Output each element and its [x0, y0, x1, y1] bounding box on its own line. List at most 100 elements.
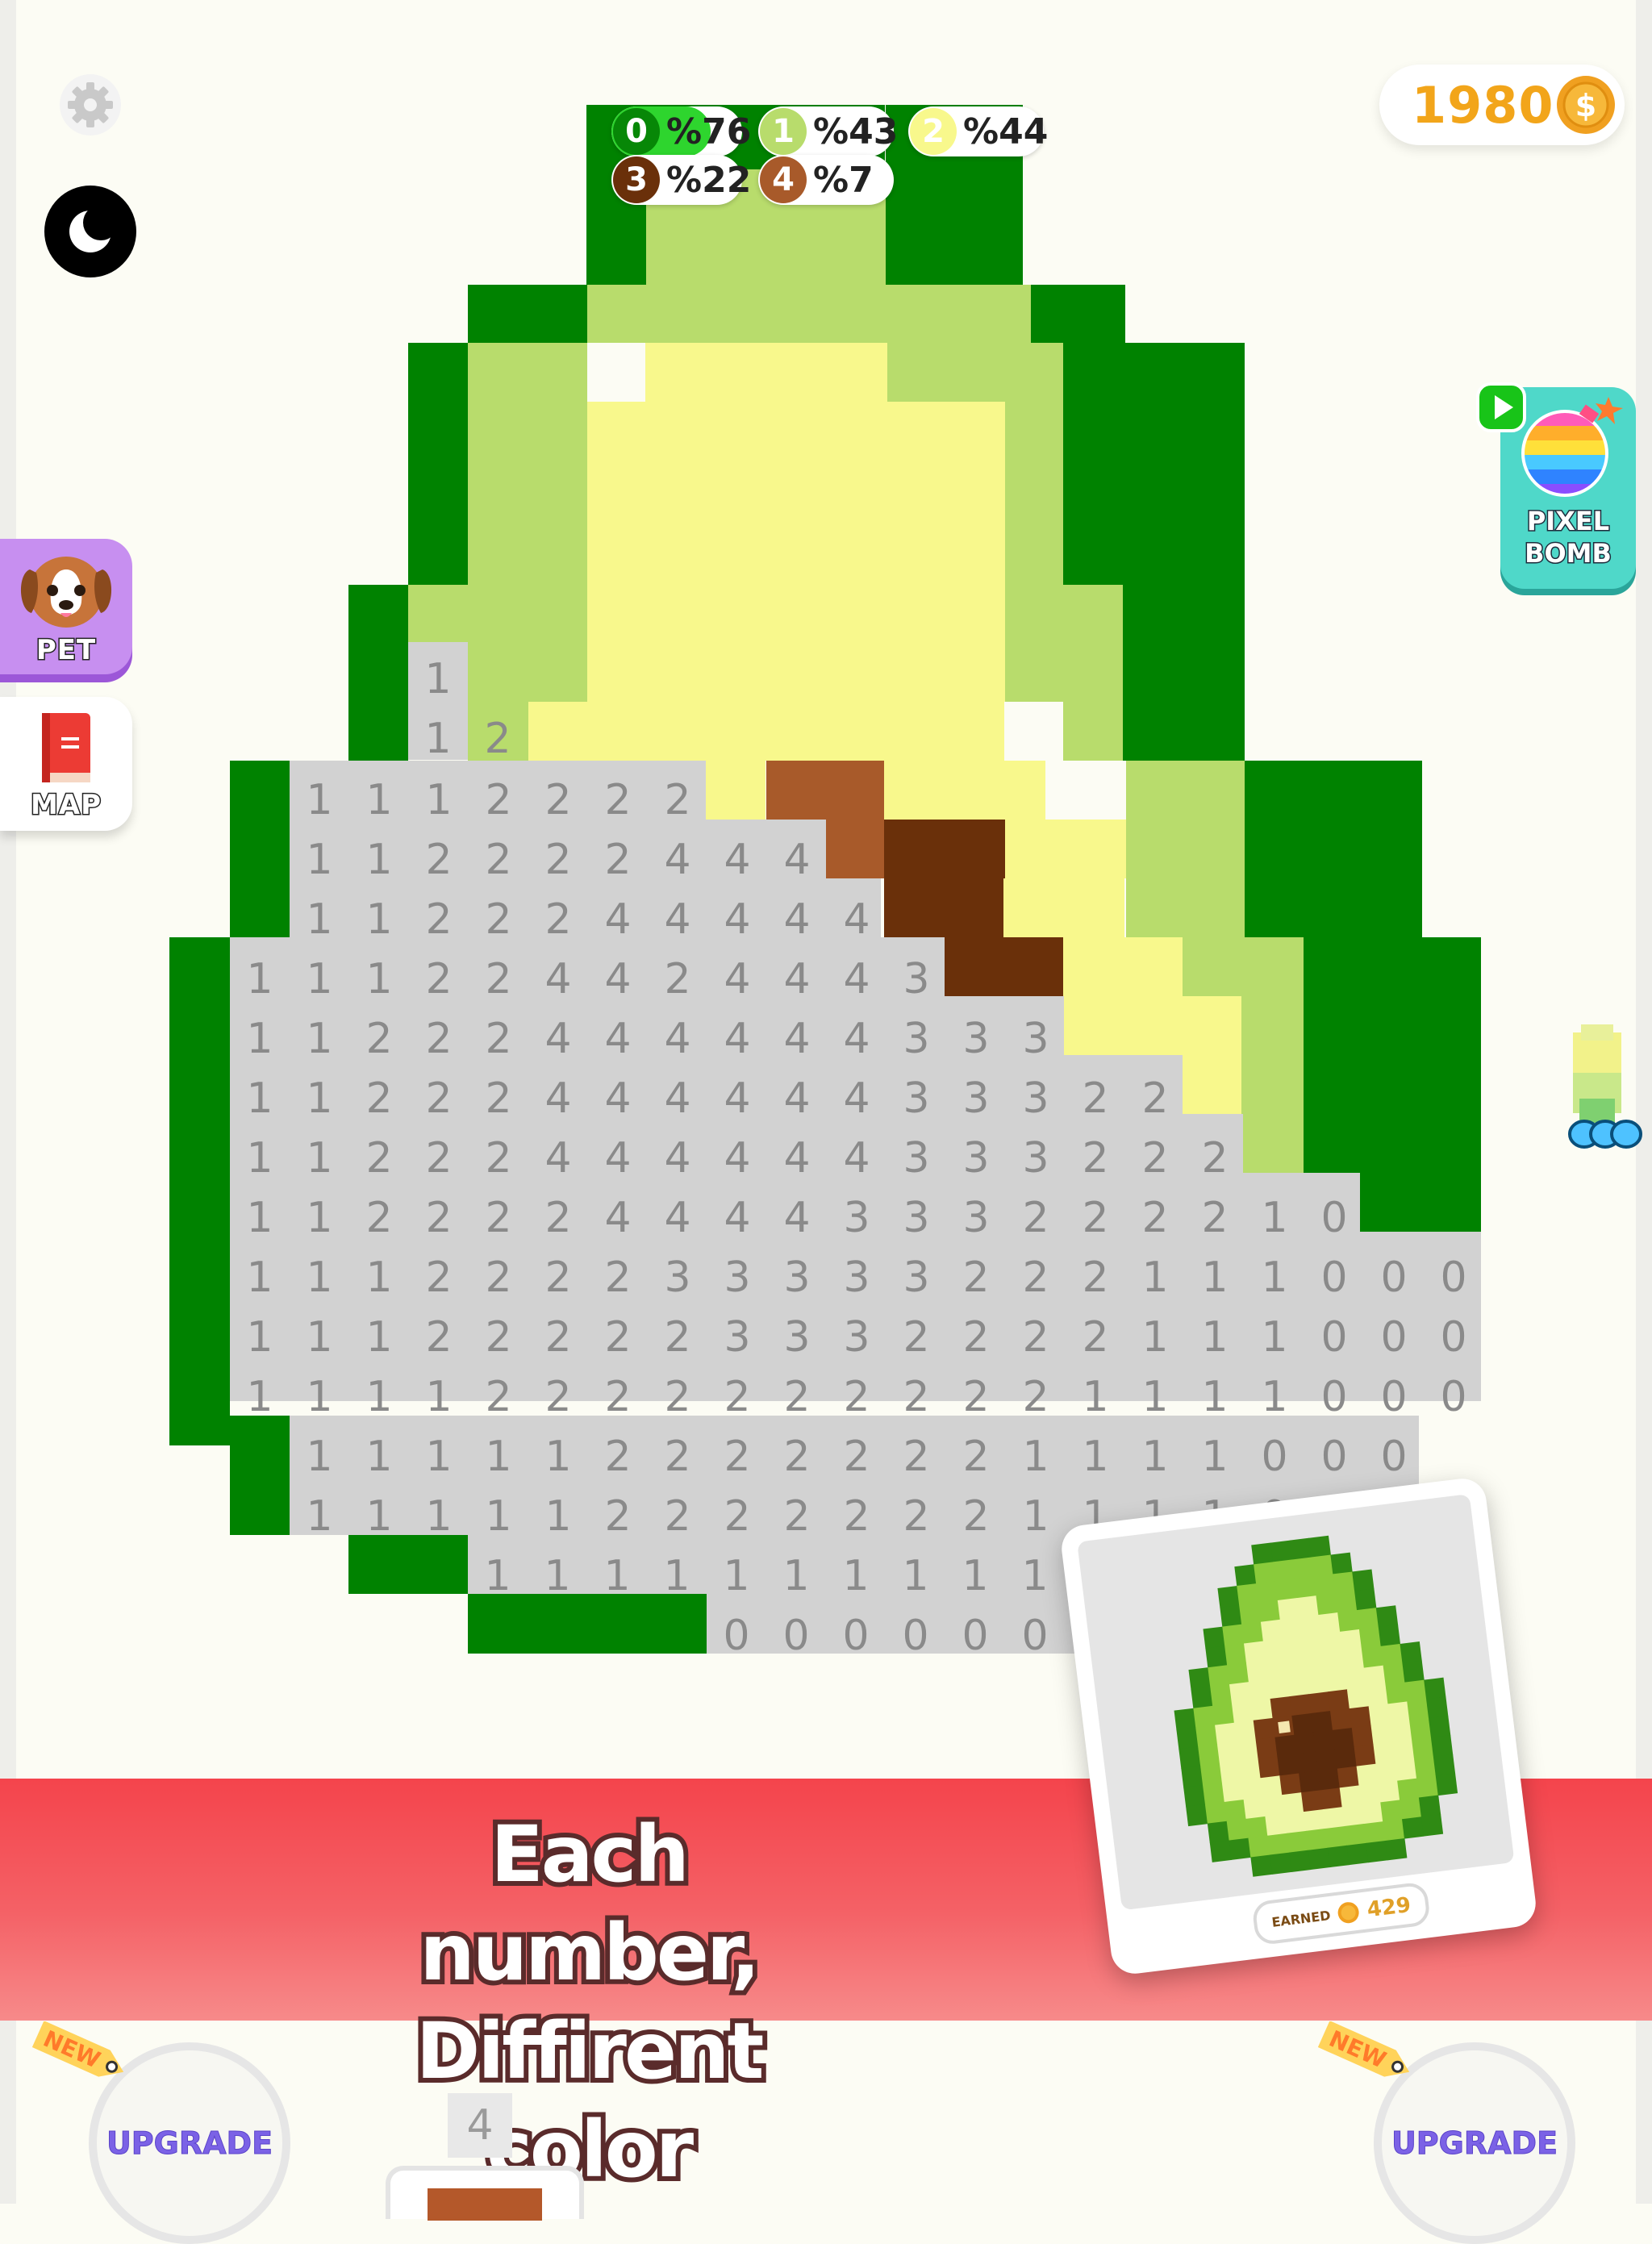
pixel-cell[interactable]	[230, 937, 945, 996]
pixel-cell[interactable]	[826, 820, 884, 878]
pixel-cell[interactable]	[945, 937, 1064, 996]
pixel-cell[interactable]	[169, 937, 230, 1445]
cell-number: 2	[1201, 1134, 1228, 1182]
cell-number: 3	[962, 1015, 989, 1063]
pixel-cell[interactable]	[408, 343, 468, 585]
pixel-cell[interactable]	[1245, 761, 1422, 938]
preview-pixel	[1212, 1703, 1235, 1726]
pixel-cell[interactable]	[1183, 1055, 1241, 1114]
cell-number: 2	[485, 1373, 511, 1421]
pixel-cell[interactable]	[230, 996, 1064, 1055]
pixel-cell[interactable]	[1063, 585, 1123, 761]
pixel-cell[interactable]	[1005, 402, 1063, 702]
pixel-cell[interactable]	[1123, 585, 1245, 761]
pixel-cell[interactable]	[348, 1535, 468, 1594]
pixel-cell[interactable]	[348, 585, 408, 761]
cell-number: 1	[962, 1552, 988, 1600]
preview-pixel	[1375, 1761, 1398, 1784]
pixel-cell[interactable]	[766, 761, 884, 820]
cell-number: 1	[365, 1253, 392, 1302]
preview-pixel	[1304, 1653, 1326, 1675]
preview-pixel	[1409, 1718, 1432, 1741]
pixel-cell[interactable]	[884, 878, 1003, 937]
preview-pixel	[1260, 1775, 1283, 1798]
pixel-cell[interactable]	[1031, 285, 1125, 343]
pixel-cell[interactable]	[587, 285, 1031, 343]
pixel-cell[interactable]	[1243, 1114, 1304, 1173]
progress-chip-0[interactable]: 0 %76	[611, 106, 751, 156]
pixel-cell[interactable]	[645, 343, 887, 402]
pet-button[interactable]: PET	[0, 539, 132, 674]
pixel-cell[interactable]	[468, 642, 587, 701]
preview-pixel	[1253, 1717, 1276, 1741]
dark-mode-button[interactable]	[44, 186, 136, 277]
cell-number: 2	[425, 1313, 452, 1362]
preview-pixel	[1284, 1655, 1307, 1678]
pixel-cell[interactable]	[1241, 996, 1304, 1055]
preview-pixel	[1373, 1741, 1395, 1765]
pixel-cell[interactable]	[230, 1416, 290, 1535]
pixel-cell[interactable]	[1183, 937, 1304, 996]
svg-text:$: $	[1575, 88, 1596, 123]
cell-number: 4	[544, 1134, 571, 1182]
cell-number: 4	[724, 1194, 750, 1242]
cell-number: 1	[1261, 1194, 1287, 1242]
color-slot-4[interactable]	[386, 2166, 584, 2221]
preview-pixel	[1342, 1648, 1365, 1671]
preview-pixel	[1222, 1624, 1245, 1646]
pixel-cell[interactable]	[468, 285, 587, 343]
cell-number: 2	[485, 776, 511, 824]
pixel-cell[interactable]	[230, 761, 290, 938]
pixel-cell[interactable]	[468, 343, 587, 585]
pixel-cell[interactable]	[1005, 820, 1126, 878]
pixel-cell[interactable]	[884, 820, 1005, 878]
pixel-cell[interactable]	[1063, 937, 1183, 996]
preview-pixel	[1237, 1583, 1259, 1606]
pixel-cell[interactable]	[1126, 761, 1245, 938]
preview-pixel	[1383, 1662, 1405, 1686]
preview-card: EARNED 429	[1058, 1475, 1539, 1977]
pixel-cell[interactable]	[1064, 996, 1241, 1055]
progress-chip-2[interactable]: 2 %44	[908, 106, 1048, 156]
preview-pixel	[1426, 1696, 1449, 1719]
preview-image	[1077, 1494, 1515, 1911]
pixel-cell[interactable]	[1360, 1173, 1481, 1232]
cell-number: 1	[246, 1194, 273, 1242]
pixel-cell[interactable]	[884, 761, 1045, 820]
progress-chip-4[interactable]: 4 %7	[758, 155, 894, 205]
progress-percent: %22	[666, 159, 752, 201]
pixel-cell[interactable]	[886, 169, 1023, 285]
progress-chip-3[interactable]: 3 %22	[611, 155, 751, 205]
pixel-cell[interactable]	[1241, 1055, 1304, 1114]
pixel-cell[interactable]	[528, 702, 1004, 761]
cell-number: 2	[1082, 1134, 1108, 1182]
cell-number: 1	[1261, 1253, 1287, 1302]
avocado-preview-icon	[1174, 1535, 1458, 1877]
progress-chip-1[interactable]: 1 %43	[758, 106, 898, 156]
preview-pixel	[1317, 1768, 1341, 1791]
cell-number: 2	[365, 1194, 392, 1242]
preview-pixel	[1308, 1691, 1331, 1714]
cell-number: 2	[664, 1313, 690, 1362]
cell-number: 4	[724, 1015, 750, 1063]
pixel-cell[interactable]	[468, 1594, 707, 1654]
map-button[interactable]: MAP	[0, 697, 132, 831]
pixel-cell[interactable]	[587, 402, 1005, 702]
cell-number: 2	[365, 1074, 392, 1123]
preview-pixel	[1241, 1778, 1263, 1800]
preview-pixel	[1254, 1562, 1276, 1584]
cell-number: 4	[544, 1015, 571, 1063]
preview-pixel	[1258, 1600, 1281, 1623]
preview-pixel	[1366, 1840, 1388, 1863]
settings-button[interactable]	[60, 74, 121, 136]
preview-pixel	[1349, 1706, 1372, 1729]
preview-pixel	[1385, 1682, 1408, 1704]
preview-pixel	[1262, 1795, 1285, 1817]
color-tab-number[interactable]: 4	[448, 2093, 512, 2158]
pixel-cell[interactable]	[706, 761, 766, 820]
preview-pixel	[1260, 1619, 1283, 1642]
pixel-cell[interactable]	[1003, 878, 1124, 937]
pixel-board[interactable]: 11 21 1 1 2 2 2 21 1 2 2 2 2 4 4 41 1 2 2 2 4 4 4 4 41 1 1 2 2 4 4 2 4 4 4…	[0, 0, 1652, 1694]
pixel-cell[interactable]	[1063, 343, 1245, 585]
pixel-cell[interactable]	[887, 343, 1063, 402]
